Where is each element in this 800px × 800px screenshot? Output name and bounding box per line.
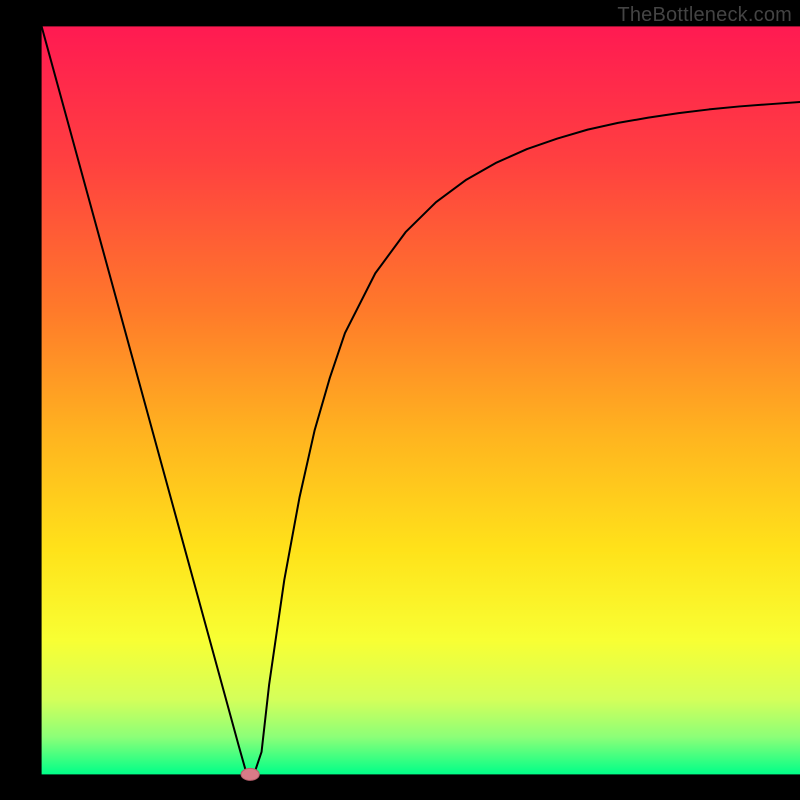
chart-frame: TheBottleneck.com — [0, 0, 800, 800]
attribution-text: TheBottleneck.com — [617, 4, 792, 27]
bottleneck-chart — [0, 0, 800, 800]
min-point-marker — [241, 768, 259, 780]
plot-background — [42, 26, 800, 774]
